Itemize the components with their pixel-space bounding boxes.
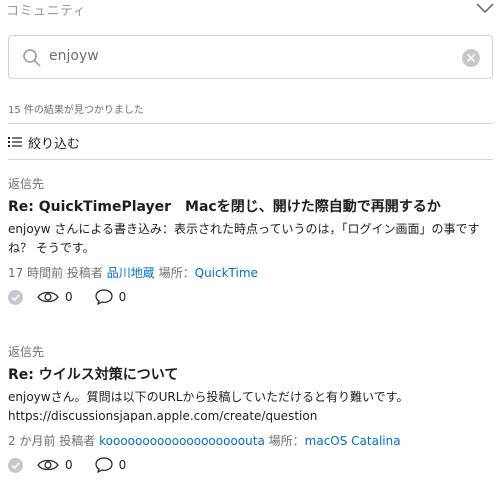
- result-time: 17 時間前: [8, 266, 64, 280]
- search-icon: [23, 49, 41, 67]
- place-label: 場所：: [158, 266, 195, 280]
- top-bar: コミュニティ: [0, 0, 500, 24]
- checkmark-icon: [8, 289, 23, 305]
- result-time: 2 か月前: [8, 434, 56, 448]
- result-stats: 0 0: [8, 456, 493, 474]
- result-kind: 返信先: [8, 345, 45, 359]
- excerpt-url: https://discussionsjapan.apple.com/creat…: [8, 409, 318, 423]
- result-title-link[interactable]: Re: ウイルス対策について: [8, 364, 493, 386]
- results-count: 15 件の結果が見つかりました: [8, 105, 144, 116]
- result-meta: 17 時間前 投稿者 品川地蔵 場所：QuickTime: [8, 264, 493, 282]
- excerpt-author: enjoyw: [8, 222, 51, 236]
- replies-count: 0: [118, 290, 127, 304]
- clear-search-icon[interactable]: [462, 49, 480, 67]
- result-stats: 0 0: [8, 288, 493, 306]
- result-kind: 返信先: [8, 177, 45, 191]
- excerpt-line: enjoywさん。質問は以下のURLから投稿していただけると有り難いです。: [8, 390, 409, 404]
- search-field[interactable]: enjoyw: [8, 35, 493, 79]
- views-count: 0: [65, 458, 73, 472]
- filter-button[interactable]: 絞り込む: [8, 133, 81, 152]
- result-excerpt: enjoywさん。質問は以下のURLから投稿していただけると有り難いです。 ht…: [8, 388, 493, 426]
- divider: [8, 159, 493, 160]
- place-link[interactable]: QuickTime: [195, 266, 258, 280]
- filter-label: 絞り込む: [28, 136, 81, 152]
- filter-list-icon: [8, 137, 22, 147]
- result-meta: 2 か月前 投稿者 kooooooooooooooooooouta 場所：mac…: [8, 432, 493, 450]
- excerpt-text: さんによる書き込み：表示された時点っていうのは，「ログイン画面」の事ですね？ そ…: [8, 222, 480, 255]
- search-result: 返信先 Re: ウイルス対策について enjoywさん。質問は以下のURLから投…: [8, 343, 493, 474]
- checkmark-icon: [8, 457, 23, 473]
- place-link[interactable]: macOS Catalina: [305, 434, 401, 448]
- eye-icon: [37, 291, 59, 303]
- eye-icon: [37, 459, 59, 471]
- place-label: 場所：: [268, 434, 305, 448]
- result-excerpt: enjoyw さんによる書き込み：表示された時点っていうのは，「ログイン画面」の…: [8, 220, 493, 258]
- comment-icon: [95, 457, 113, 473]
- posted-by-label: 投稿者: [66, 266, 103, 280]
- search-input[interactable]: enjoyw: [49, 48, 99, 64]
- posted-by-label: 投稿者: [59, 434, 96, 448]
- poster-link[interactable]: kooooooooooooooooooouta: [99, 434, 265, 448]
- comment-icon: [95, 289, 113, 305]
- chevron-down-icon[interactable]: [476, 2, 494, 14]
- replies-count: 0: [118, 458, 127, 472]
- result-title-link[interactable]: Re: QuickTimePlayer Macを閉じ、開けた際自動で再開するか: [8, 196, 493, 218]
- poster-link[interactable]: 品川地蔵: [107, 266, 155, 280]
- views-count: 0: [65, 290, 73, 304]
- search-result: 返信先 Re: QuickTimePlayer Macを閉じ、開けた際自動で再開…: [8, 175, 493, 306]
- page-title: コミュニティ: [6, 4, 87, 19]
- divider: [8, 123, 493, 124]
